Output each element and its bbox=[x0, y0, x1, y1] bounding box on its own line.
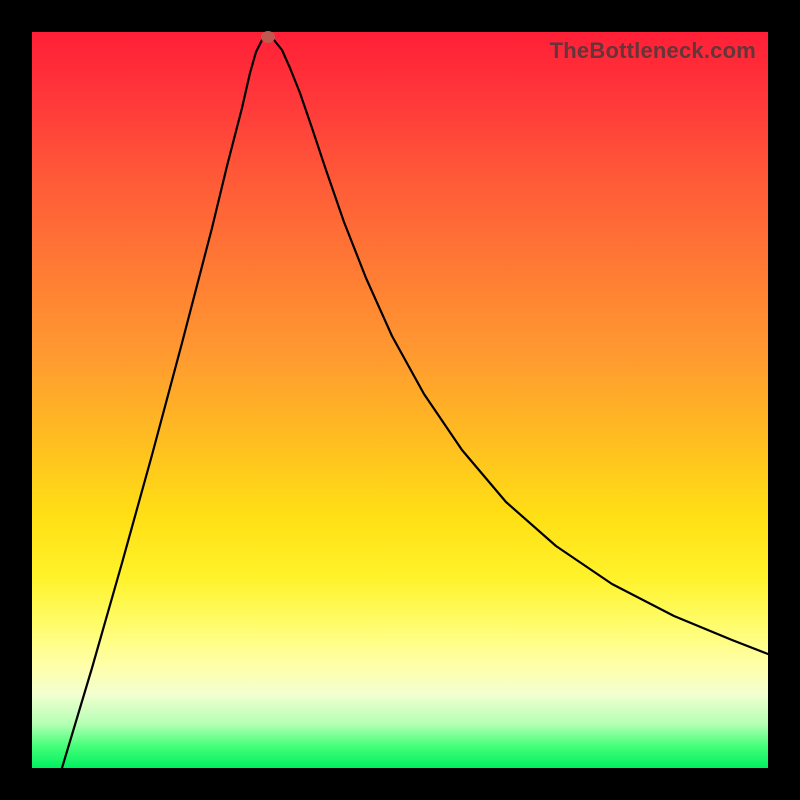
chart-frame: TheBottleneck.com bbox=[0, 0, 800, 800]
minimum-marker-icon bbox=[261, 31, 275, 43]
bottleneck-curve bbox=[32, 32, 768, 768]
plot-area: TheBottleneck.com bbox=[32, 32, 768, 768]
